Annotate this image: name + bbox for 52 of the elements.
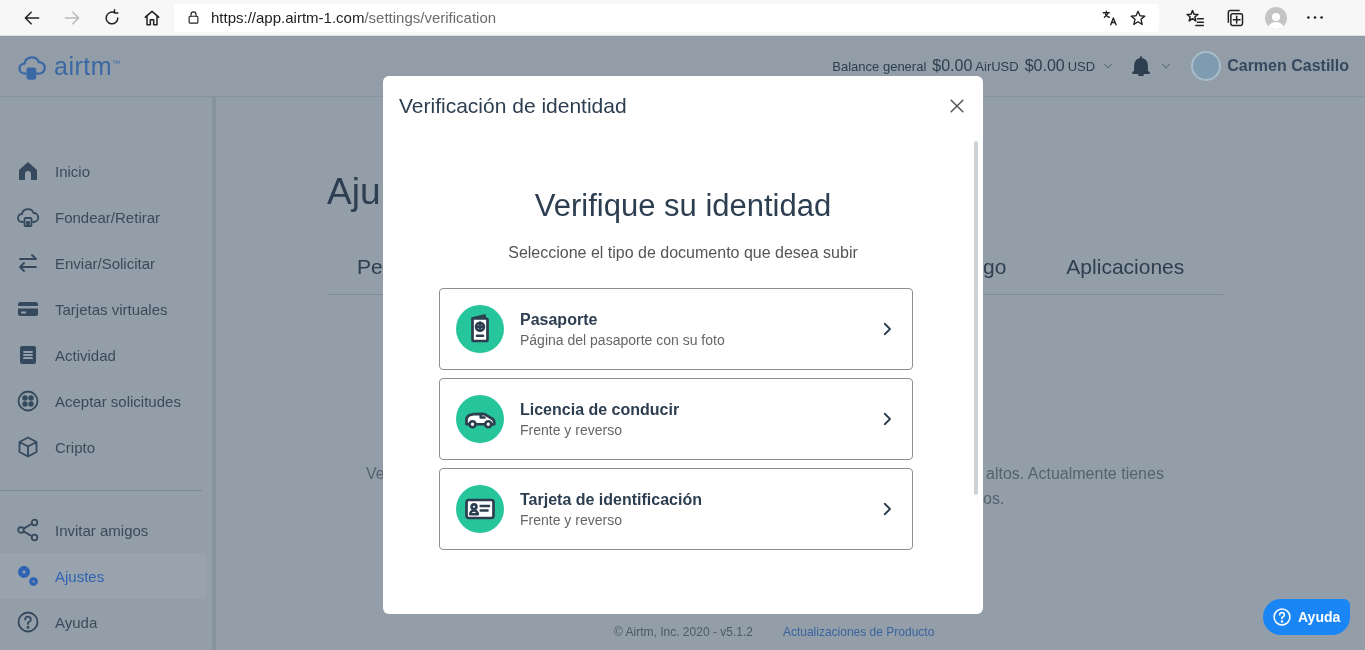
currency-label: AirUSD — [975, 59, 1019, 74]
currency-label: USD — [1067, 59, 1096, 74]
sidebar-item[interactable]: Actividad — [0, 332, 206, 378]
dialog-heading: Verifique su identidad — [533, 187, 833, 225]
profile-avatar[interactable] — [1265, 6, 1287, 29]
dots-circle-icon — [16, 389, 40, 413]
sidebar-item[interactable]: Cripto — [0, 424, 206, 470]
sidebar-item[interactable]: Invitar amigos — [0, 507, 206, 553]
cube-icon — [16, 435, 40, 459]
home-icon — [16, 159, 40, 183]
description-text: os. — [983, 489, 1006, 509]
url-text: https://app.airtm-1.com/settings/verification — [211, 9, 497, 26]
dialog-subtitle: Seleccione el tipo de documento que desea subir — [507, 243, 859, 263]
help-icon — [16, 610, 40, 634]
description-text: Ve — [366, 465, 385, 482]
balance-label: Balance general — [832, 59, 927, 74]
sidebar-item[interactable]: Enviar/Solicitar — [0, 240, 206, 286]
cloud-upload-icon — [16, 205, 40, 229]
document-option[interactable]: Tarjeta de identificación Frente y reverso — [439, 468, 913, 550]
swap-arrows-icon — [16, 251, 40, 275]
lock-icon — [186, 10, 201, 25]
star-icon — [1129, 8, 1147, 27]
collections-icon — [1225, 7, 1245, 28]
sidebar-item[interactable]: Ayuda — [0, 599, 206, 645]
logo-text: airtm$^{™}$ — [54, 51, 121, 81]
sidebar-item[interactable]: Fondear/Retirar — [0, 194, 206, 240]
balance-amount: $0.00 — [932, 57, 973, 75]
copyright-text: © Airtm, Inc. 2020 - v5.1.2 — [614, 625, 753, 639]
sidebar-item[interactable]: Tarjetas virtuales — [0, 286, 206, 332]
document-option[interactable]: Pasaporte Página del pasaporte con su foto — [439, 288, 913, 370]
document-option[interactable]: Licencia de conducir Frente y reverso — [439, 378, 913, 460]
translate-icon — [1101, 8, 1119, 27]
settings-tab[interactable]: go — [983, 250, 1007, 294]
dialog-title: Verificación de identidad — [399, 94, 627, 118]
description-text: altos. Actualmente tienes — [985, 464, 1165, 484]
sidebar-item[interactable]: Ajustes — [0, 553, 206, 599]
sidebar-item[interactable]: Inicio — [0, 148, 206, 194]
help-button[interactable]: Ayuda — [1263, 599, 1350, 635]
scrollbar[interactable] — [974, 141, 978, 495]
sidebar-item[interactable]: Aceptar solicitudes — [0, 378, 206, 424]
user-avatar[interactable] — [1191, 51, 1222, 81]
page-title: Aju — [327, 170, 382, 214]
favorites-icon — [1185, 7, 1205, 28]
product-updates-link[interactable]: Actualizaciones de Producto — [782, 625, 935, 639]
share-icon — [16, 518, 40, 542]
balance-amount: $0.00 — [1024, 57, 1065, 75]
user-name[interactable]: Carmen Castillo — [1227, 57, 1349, 75]
settings-tab[interactable]: Pe — [357, 255, 383, 278]
more-icon[interactable] — [1307, 16, 1323, 19]
settings-tab[interactable]: Aplicaciones — [1066, 250, 1185, 294]
address-bar[interactable]: https://app.airtm-1.com/settings/verification — [174, 3, 1159, 32]
help-icon — [1272, 607, 1292, 627]
